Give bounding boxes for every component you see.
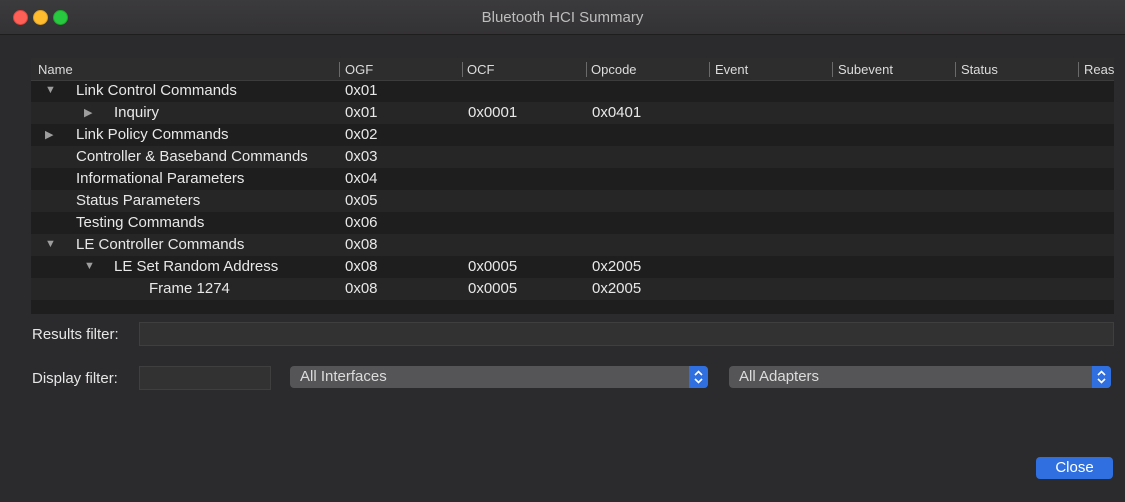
column-divider[interactable] — [586, 62, 587, 77]
results-filter-label: Results filter: — [32, 326, 119, 343]
column-header-ocf[interactable]: OCF — [467, 62, 494, 77]
column-header-reason[interactable]: Reas — [1084, 62, 1114, 77]
row-ogf: 0x01 — [345, 104, 378, 121]
row-name: Testing Commands — [76, 214, 205, 231]
adapters-popup-label: All Adapters — [739, 368, 820, 385]
table-row[interactable]: ▶ Inquiry 0x01 0x0001 0x0401 — [31, 102, 1114, 124]
triangle-down-icon[interactable]: ▼ — [45, 84, 56, 96]
row-ogf: 0x02 — [345, 126, 378, 143]
column-header-name[interactable]: Name — [38, 62, 73, 77]
table-row[interactable]: Status Parameters 0x05 — [31, 190, 1114, 212]
row-ogf: 0x01 — [345, 82, 378, 99]
row-name: Status Parameters — [76, 192, 201, 209]
up-down-chevron-icon[interactable] — [1092, 366, 1111, 388]
row-name: Link Policy Commands — [76, 126, 229, 143]
column-divider[interactable] — [339, 62, 340, 77]
up-down-chevron-icon[interactable] — [689, 366, 708, 388]
table-row[interactable]: ▼ LE Set Random Address 0x08 0x0005 0x20… — [31, 256, 1114, 278]
row-name: LE Controller Commands — [76, 236, 245, 253]
results-filter-input[interactable] — [139, 322, 1114, 346]
row-ogf: 0x06 — [345, 214, 378, 231]
row-name: Controller & Baseband Commands — [76, 148, 308, 165]
row-ogf: 0x03 — [345, 148, 378, 165]
window-title: Bluetooth HCI Summary — [481, 9, 644, 26]
table-row[interactable]: Frame 1274 0x08 0x0005 0x2005 — [31, 278, 1114, 300]
interfaces-popup[interactable]: All Interfaces — [290, 366, 708, 388]
row-ogf: 0x05 — [345, 192, 378, 209]
row-ocf: 0x0001 — [468, 104, 518, 121]
row-ogf: 0x04 — [345, 170, 378, 187]
column-header-opcode[interactable]: Opcode — [591, 62, 637, 77]
table-row[interactable]: ▶ Link Policy Commands 0x02 — [31, 124, 1114, 146]
column-divider[interactable] — [462, 62, 463, 77]
column-header-ogf[interactable]: OGF — [345, 62, 373, 77]
row-name: Informational Parameters — [76, 170, 245, 187]
close-button[interactable]: Close — [1036, 457, 1113, 479]
table-row[interactable]: Testing Commands 0x06 — [31, 212, 1114, 234]
column-divider[interactable] — [709, 62, 710, 77]
display-filter-label: Display filter: — [32, 370, 118, 387]
table-header: Name OGF OCF Opcode Event Subevent Statu… — [31, 58, 1114, 81]
row-name: Link Control Commands — [76, 82, 237, 99]
triangle-down-icon[interactable]: ▼ — [45, 238, 56, 250]
row-name: LE Set Random Address — [114, 258, 279, 275]
row-name: Inquiry — [114, 104, 160, 121]
column-header-subevent[interactable]: Subevent — [838, 62, 893, 77]
table-row[interactable]: ▼ Link Control Commands 0x01 — [31, 80, 1114, 102]
table-row[interactable]: Informational Parameters 0x04 — [31, 168, 1114, 190]
triangle-right-icon[interactable]: ▶ — [45, 128, 53, 141]
row-opcode: 0x2005 — [592, 258, 642, 275]
column-header-status[interactable]: Status — [961, 62, 998, 77]
row-name: Frame 1274 — [149, 280, 230, 297]
triangle-down-icon[interactable]: ▼ — [84, 260, 95, 272]
table-row[interactable]: ▼ LE Controller Commands 0x08 — [31, 234, 1114, 256]
triangle-right-icon[interactable]: ▶ — [84, 106, 92, 119]
column-divider[interactable] — [1078, 62, 1079, 77]
adapters-popup[interactable]: All Adapters — [729, 366, 1111, 388]
row-ogf: 0x08 — [345, 280, 378, 297]
column-divider[interactable] — [955, 62, 956, 77]
row-ocf: 0x0005 — [468, 258, 518, 275]
display-filter-input[interactable] — [139, 366, 271, 390]
row-opcode: 0x0401 — [592, 104, 642, 121]
row-opcode: 0x2005 — [592, 280, 642, 297]
title-bar: Bluetooth HCI Summary — [0, 0, 1125, 35]
hci-summary-table[interactable]: Name OGF OCF Opcode Event Subevent Statu… — [31, 58, 1114, 314]
column-divider[interactable] — [832, 62, 833, 77]
interfaces-popup-label: All Interfaces — [300, 368, 387, 385]
table-row[interactable]: Controller & Baseband Commands 0x03 — [31, 146, 1114, 168]
row-ogf: 0x08 — [345, 236, 378, 253]
row-ogf: 0x08 — [345, 258, 378, 275]
row-ocf: 0x0005 — [468, 280, 518, 297]
column-header-event[interactable]: Event — [715, 62, 748, 77]
